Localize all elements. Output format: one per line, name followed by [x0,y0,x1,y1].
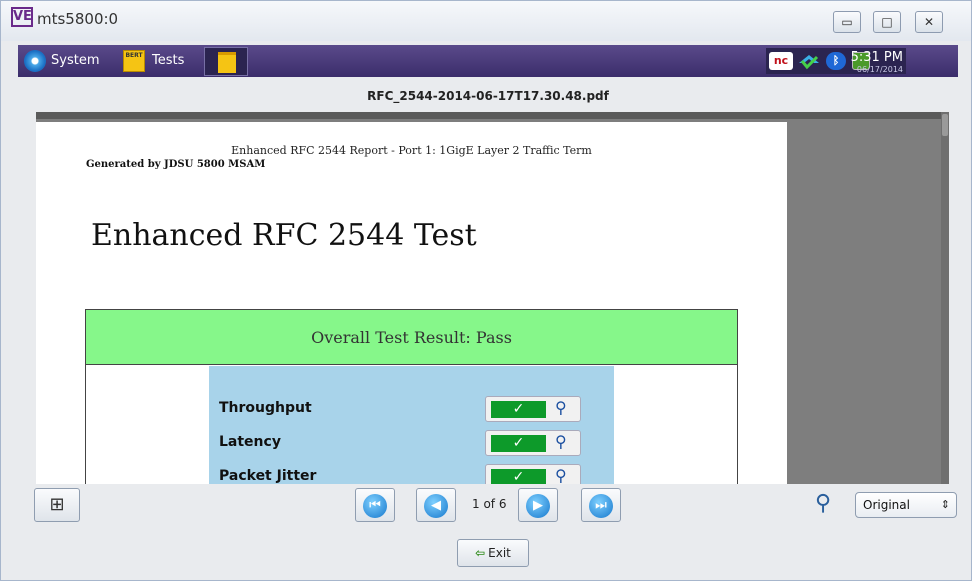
report-generated-by: Generated by JDSU 5800 MSAM [86,159,266,170]
select-arrows-icon: ⇕ [940,498,950,511]
result-label: Latency [219,434,281,450]
magnifier-icon[interactable]: ⚲ [555,398,567,417]
binoculars-button[interactable]: ⊞ [34,488,80,522]
exit-button[interactable]: ⇦ Exit [457,539,529,567]
document-icon [218,52,236,73]
next-page-button[interactable]: ▶ [518,488,558,522]
previous-page-button[interactable]: ◀ [416,488,456,522]
result-box: Overall Test Result: Pass Throughput ✓ ⚲… [85,309,738,484]
report-title: Enhanced RFC 2544 Test [91,218,477,253]
clock-time: 5:31 PM [850,50,903,65]
zoom-icon[interactable]: ⚲ [815,490,843,518]
last-page-button[interactable]: ⏭ [581,488,621,522]
result-row: Throughput ✓ ⚲ [219,396,604,422]
result-label: Packet Jitter [219,468,317,484]
first-page-button[interactable]: ⏮ [355,488,395,522]
magnifier-icon[interactable]: ⚲ [555,432,567,451]
result-row: Packet Jitter ✓ ⚲ [219,464,604,484]
check-icon: ✓ [491,469,546,484]
gear-icon [24,50,46,72]
pdf-page: Enhanced RFC 2544 Report - Port 1: 1GigE… [36,122,787,484]
previous-page-icon: ◀ [424,494,448,518]
results-panel: Throughput ✓ ⚲ Latency ✓ ⚲ Packet Jitter… [209,366,614,484]
pdf-viewer[interactable]: Enhanced RFC 2544 Report - Port 1: 1GigE… [36,112,949,484]
zoom-select[interactable]: Original ⇕ [855,492,957,518]
result-label: Throughput [219,400,312,416]
scrollbar-thumb[interactable] [942,114,948,136]
minimize-button[interactable]: ▭ [833,11,861,33]
nc-icon[interactable]: nc [769,52,793,70]
result-indicator[interactable]: ✓ ⚲ [485,430,581,456]
title-bar: VE mts5800:0 ▭ □ ✕ [1,1,971,41]
network-icon[interactable] [797,52,821,70]
vertical-scrollbar[interactable] [941,112,949,484]
next-page-icon: ▶ [526,494,550,518]
viewer-toolbar: ⊞ ⏮ ◀ 1 of 6 ▶ ⏭ ⚲ Original ⇕ [18,485,958,525]
clock-date: 06/17/2014 [856,65,903,74]
app-menu-bar: System BERT Tests nc ᛒ 5:31 PM 06/17/201… [18,45,958,77]
clock: 5:31 PM 06/17/2014 [851,50,903,74]
system-label: System [51,53,100,68]
document-button[interactable] [204,47,248,76]
maximize-button[interactable]: □ [873,11,901,33]
app-logo: VE [11,7,33,27]
close-button[interactable]: ✕ [915,11,943,33]
result-indicator[interactable]: ✓ ⚲ [485,396,581,422]
zoom-value: Original [863,498,910,512]
overall-result: Overall Test Result: Pass [86,310,737,365]
status-area: nc ᛒ 5:31 PM 06/17/2014 [766,48,906,74]
exit-icon: ⇦ [475,546,486,560]
check-icon: ✓ [491,435,546,452]
check-icon: ✓ [491,401,546,418]
bert-icon: BERT [123,50,145,72]
tests-button[interactable]: BERT Tests [123,49,198,73]
window-title: mts5800:0 [37,10,119,28]
exit-label: Exit [488,546,511,560]
file-name: RFC_2544-2014-06-17T17.30.48.pdf [367,89,609,103]
result-indicator[interactable]: ✓ ⚲ [485,464,581,484]
page-indicator: 1 of 6 [472,497,507,511]
magnifier-icon[interactable]: ⚲ [555,466,567,484]
first-page-icon: ⏮ [363,494,387,518]
report-header: Enhanced RFC 2544 Report - Port 1: 1GigE… [231,144,592,157]
last-page-icon: ⏭ [589,494,613,518]
result-row: Latency ✓ ⚲ [219,430,604,456]
bluetooth-icon[interactable]: ᛒ [826,52,846,70]
binoculars-icon: ⊞ [49,494,65,515]
viewer-top-edge [36,112,949,119]
tests-label: Tests [152,53,185,68]
system-button[interactable]: System [24,49,114,73]
app-window: VE mts5800:0 ▭ □ ✕ System BERT Tests nc … [0,0,972,581]
